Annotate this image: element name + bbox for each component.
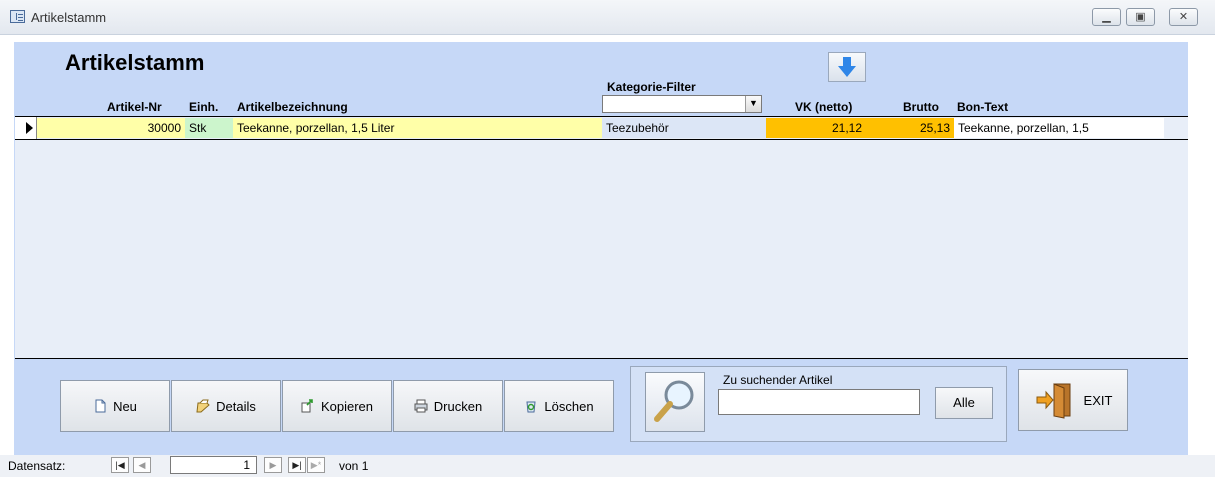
cell-kategorie[interactable]: Teezubehör [602,118,766,138]
window-title: Artikelstamm [31,10,107,25]
divider [15,116,1188,117]
exit-button-label: EXIT [1083,392,1113,408]
col-header-vk-netto: VK (netto) [795,100,853,114]
minimize-button[interactable]: ▁ [1092,8,1121,26]
records-area [15,116,1188,358]
new-document-icon [95,399,106,413]
col-header-bon-text: Bon-Text [957,100,1009,114]
last-record-button[interactable]: ▶| [288,457,306,473]
first-record-button[interactable]: |◀ [111,457,129,473]
kategorie-filter-value [603,96,607,110]
cell-einh[interactable]: Stk [185,118,233,138]
kopieren-button[interactable]: Kopieren [282,380,392,432]
drucken-button[interactable]: Drucken [393,380,503,432]
form-icon [10,10,25,23]
printer-icon [414,399,428,413]
cell-brutto[interactable]: 25,13 [866,118,954,138]
details-button-label: Details [216,398,256,414]
record-navigation-label: Datensatz: [8,459,66,473]
previous-record-button[interactable]: ◀ [133,457,151,473]
loeschen-button-label: Löschen [544,398,594,414]
exit-button[interactable]: EXIT [1018,369,1128,431]
record-total: 1 [361,459,369,473]
current-record-arrow-icon [26,122,33,134]
notepad-icon [196,399,210,413]
neu-button[interactable]: Neu [60,380,170,432]
new-record-button[interactable]: ▶* [307,457,325,473]
divider [15,139,1188,140]
next-record-button[interactable]: ▶ [264,457,282,473]
magnifier-icon [654,380,694,422]
cell-artikelbezeichnung[interactable]: Teekanne, porzellan, 1,5 Liter [233,118,602,138]
col-header-brutto: Brutto [903,100,939,114]
title-bar [0,0,1215,35]
search-button[interactable] [645,372,705,432]
dropdown-arrow-icon[interactable]: ▼ [745,96,761,112]
alle-button[interactable]: Alle [935,387,993,419]
loeschen-button[interactable]: Löschen [504,380,614,432]
search-label: Zu suchender Artikel [723,373,833,387]
kategorie-filter-select[interactable]: ▼ [602,95,762,113]
current-record-input[interactable]: 1 [170,456,257,474]
cell-bon-text[interactable]: Teekanne, porzellan, 1,5 [954,118,1164,138]
col-header-artikelbezeichnung: Artikelbezeichnung [237,100,348,114]
copy-icon [301,399,313,413]
form-heading: Artikelstamm [65,50,205,75]
record-count-text: von 1 [339,459,368,473]
drucken-button-label: Drucken [433,398,483,414]
search-input[interactable] [718,389,920,415]
col-header-einh: Einh. [189,100,219,114]
main-window: Artikelstamm ▁ ▣ ✕ Artikelstamm Kategori… [0,0,1215,477]
details-button[interactable]: Details [171,380,281,432]
exit-door-icon [1036,383,1071,419]
recycle-icon [526,401,536,413]
cell-artikel-nr[interactable]: 30000 [37,118,185,138]
neu-button-label: Neu [113,398,137,414]
right-margin [1188,42,1215,455]
col-header-artikel-nr: Artikel-Nr [107,100,162,114]
cell-vk-netto[interactable]: 21,12 [766,118,866,138]
sort-button[interactable] [828,52,866,82]
kopieren-button-label: Kopieren [320,398,374,414]
close-button[interactable]: ✕ [1169,8,1198,26]
of-label: von [339,459,359,473]
kategorie-filter-label: Kategorie-Filter [607,80,696,94]
restore-button[interactable]: ▣ [1126,8,1155,26]
arrow-down-icon [838,57,856,77]
